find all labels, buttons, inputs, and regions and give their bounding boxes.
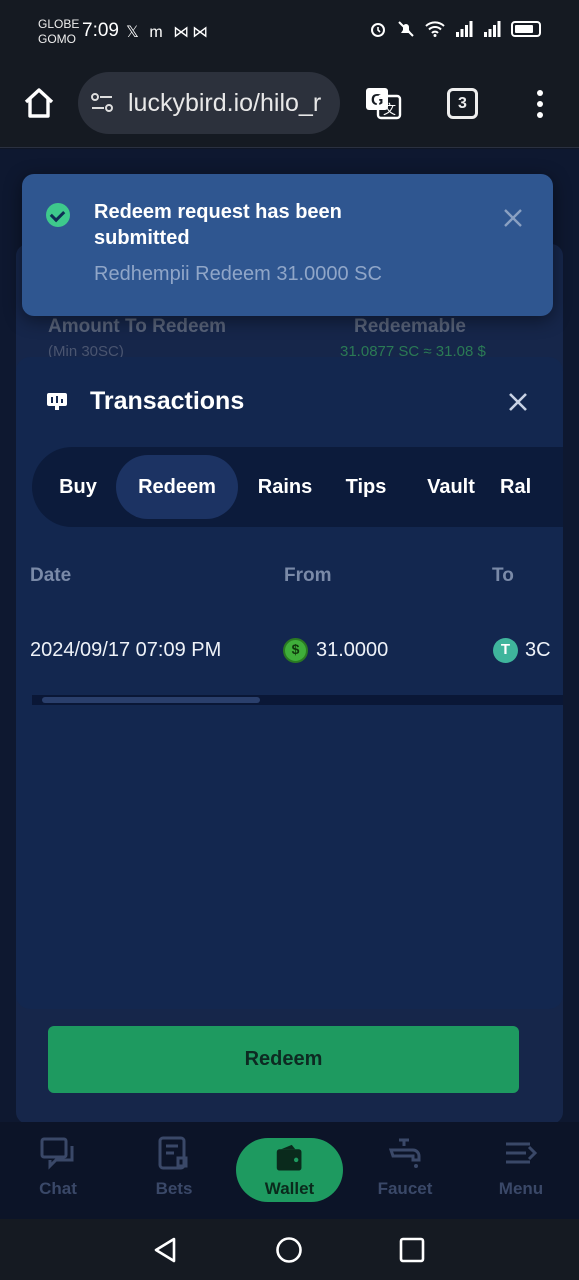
row-to-amount: 3C bbox=[525, 639, 551, 661]
carrier-line-2: GOMO bbox=[38, 32, 76, 46]
back-icon[interactable] bbox=[152, 1236, 178, 1264]
close-icon[interactable] bbox=[502, 207, 524, 229]
redeem-button[interactable]: Redeem bbox=[48, 1026, 519, 1093]
carrier-name: GLOBE GOMO bbox=[38, 17, 79, 47]
mute-icon bbox=[398, 21, 414, 37]
status-bar: GLOBE GOMO 7:09 𝕏 m ⋈⋈ bbox=[0, 0, 579, 66]
address-bar[interactable]: luckybird.io/hilo_r bbox=[78, 72, 340, 134]
nav-chat-label: Chat bbox=[39, 1179, 77, 1198]
column-header-from: From bbox=[284, 565, 332, 586]
transactions-icon bbox=[47, 393, 67, 410]
sweeps-coin-icon bbox=[283, 638, 308, 663]
scrollbar-thumb[interactable] bbox=[42, 697, 260, 703]
tab-rains[interactable]: Rains bbox=[244, 455, 326, 519]
tab-rakeback[interactable]: Ral bbox=[500, 455, 560, 519]
toast-message: Redhempii Redeem 31.0000 SC bbox=[94, 263, 382, 285]
row-date: 2024/09/17 07:09 PM bbox=[30, 639, 222, 661]
home-circle-icon[interactable] bbox=[275, 1236, 303, 1264]
tab-buy[interactable]: Buy bbox=[40, 455, 116, 519]
system-icons bbox=[369, 20, 541, 38]
home-icon[interactable] bbox=[20, 84, 58, 122]
tab-tips[interactable]: Tips bbox=[328, 455, 404, 519]
menu-icon bbox=[506, 1142, 538, 1164]
recents-icon[interactable] bbox=[399, 1237, 425, 1263]
nav-bets[interactable]: Bets bbox=[124, 1136, 224, 1199]
wallet-icon bbox=[276, 1144, 301, 1171]
column-header-to: To bbox=[492, 565, 514, 586]
tether-icon bbox=[493, 638, 518, 663]
chat-icon bbox=[40, 1137, 74, 1170]
row-from-amount: 31.0000 bbox=[316, 639, 389, 661]
tab-redeem[interactable]: Redeem bbox=[116, 455, 238, 519]
faucet-icon bbox=[388, 1138, 421, 1168]
tab-switcher-button[interactable]: 3 bbox=[447, 88, 478, 119]
toast-title: Redeem request has been submitted bbox=[94, 201, 342, 249]
bets-icon bbox=[158, 1136, 188, 1170]
site-settings-icon[interactable] bbox=[90, 92, 114, 114]
amount-to-redeem-label: Amount To Redeem bbox=[48, 316, 227, 337]
alarm-icon bbox=[371, 23, 385, 37]
nav-menu-label: Menu bbox=[498, 1179, 544, 1198]
tab-vault[interactable]: Vault bbox=[410, 455, 492, 519]
translate-icon[interactable]: G 文 bbox=[364, 86, 402, 120]
transactions-modal: Transactions Buy Redeem Rains Tips Vault… bbox=[16, 357, 563, 1009]
nav-bets-label: Bets bbox=[155, 1179, 193, 1198]
modal-title: Transactions bbox=[90, 387, 245, 415]
android-navigation-bar bbox=[0, 1219, 579, 1280]
carrier-line-1: GLOBE bbox=[38, 17, 80, 31]
svg-text:文: 文 bbox=[383, 103, 396, 118]
nav-chat[interactable]: Chat bbox=[8, 1136, 108, 1199]
signal-icon bbox=[456, 21, 473, 37]
success-toast: Redeem request has been submitted Redhem… bbox=[22, 174, 553, 316]
transaction-tabs: Buy Redeem Rains Tips Vault Ral bbox=[32, 447, 563, 527]
nav-faucet[interactable]: Faucet bbox=[355, 1136, 455, 1199]
more-options-icon[interactable] bbox=[530, 88, 550, 120]
close-icon[interactable] bbox=[508, 392, 528, 412]
battery-icon bbox=[511, 21, 541, 37]
nav-wallet[interactable]: Wallet bbox=[236, 1138, 343, 1202]
signal-icon-2 bbox=[484, 21, 501, 37]
column-header-date: Date bbox=[30, 565, 72, 586]
wifi-icon bbox=[425, 21, 445, 37]
horizontal-scrollbar[interactable] bbox=[32, 695, 563, 705]
redeemable-label: Redeemable bbox=[354, 316, 466, 337]
check-circle-icon bbox=[46, 203, 70, 227]
status-time: 7:09 bbox=[82, 20, 119, 41]
browser-toolbar: luckybird.io/hilo_r G 文 3 bbox=[0, 66, 579, 148]
notification-icons: 𝕏 m ⋈⋈ bbox=[126, 24, 212, 41]
nav-menu[interactable]: Menu bbox=[471, 1136, 571, 1199]
nav-wallet-label: Wallet bbox=[264, 1179, 315, 1198]
site-bottom-nav: Chat Bets Wallet Faucet Menu bbox=[0, 1122, 579, 1219]
nav-faucet-label: Faucet bbox=[377, 1179, 433, 1198]
url-text[interactable]: luckybird.io/hilo_r bbox=[128, 89, 321, 118]
